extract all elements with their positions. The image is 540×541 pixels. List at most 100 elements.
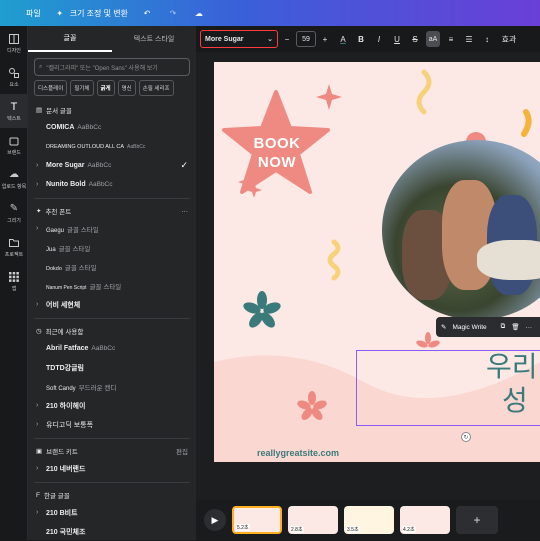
font-item[interactable]: Jua 글꼴 스타일 [28, 238, 196, 257]
font-item[interactable]: › 210 B비트 [28, 503, 196, 522]
divider [34, 318, 190, 319]
more-icon[interactable]: ··· [182, 208, 189, 215]
duplicate-icon[interactable]: ⧉ [501, 323, 506, 331]
chip-serif[interactable]: 손필 세리프 [138, 80, 174, 96]
resize-button[interactable]: ✦ 크기 조정 및 변환 [47, 6, 134, 20]
undo-button[interactable]: ↶ [134, 6, 160, 20]
font-name: More Sugar AaBbCc [46, 162, 112, 169]
font-panel: 글꼴 텍스트 스타일 ⌕ "캘리그라피" 또는 "Open Sans" 사용해 … [28, 26, 221, 541]
font-size-input[interactable]: 59 [296, 31, 316, 47]
increase-size-button[interactable]: + [318, 31, 332, 47]
font-family-dropdown[interactable]: More Sugar ⌄ [200, 30, 278, 48]
sparkle-icon: ✦ [36, 208, 42, 215]
chip-bold[interactable]: 굵게 [96, 80, 115, 96]
chevron-right-icon: › [36, 465, 39, 472]
section-title: 최근에 사용함 [45, 329, 84, 336]
section-recent: ◷ 최근에 사용함 [28, 323, 196, 339]
font-item[interactable]: Nanum Pen Script 글꼴 스타일 [28, 276, 196, 295]
page-thumbnail[interactable]: 2.8초 [288, 506, 338, 534]
align-center-icon[interactable]: ≡ [444, 31, 458, 47]
top-bar: 파일 ✦ 크기 조정 및 변환 ↶ ↷ ☁ [0, 0, 540, 26]
layout-icon [8, 33, 20, 45]
font-item[interactable]: COMICA AaBbCc [28, 118, 196, 137]
chip-handwriting[interactable]: 필기체 [70, 80, 94, 96]
page-thumbnail[interactable]: 3.5초 [344, 506, 394, 534]
chevron-right-icon: › [36, 509, 39, 516]
font-item[interactable]: › Nunito Bold AaBbCc [28, 175, 196, 194]
page-timeline: ▶ 5.2초 2.8초 3.5초 4.2초 + [196, 500, 540, 540]
chip-myeongjo[interactable]: 명신 [117, 80, 136, 96]
font-item[interactable]: 210 국민체조 [28, 522, 196, 541]
tab-text-styles[interactable]: 텍스트 스타일 [112, 26, 196, 52]
redo-button[interactable]: ↷ [160, 6, 186, 20]
selection-box[interactable] [356, 350, 540, 426]
font-item[interactable]: TDTD강글림 [28, 358, 196, 377]
rail-label: 텍스트 [7, 115, 21, 122]
font-item[interactable]: Soft Candy 부드러운 캔디 [28, 377, 196, 396]
chip-display[interactable]: 디스플레이 [34, 80, 68, 96]
document-icon: ▤ [36, 107, 43, 114]
magic-write-button[interactable]: Magic Write [452, 324, 486, 331]
underline-icon[interactable]: U [390, 31, 404, 47]
text-toolbar: More Sugar ⌄ − 59 + A B I U S aA ≡ ☰ ↕ 효… [196, 26, 540, 52]
font-name: Dokdo 글꼴 스타일 [46, 264, 97, 272]
bold-icon[interactable]: B [354, 31, 368, 47]
rail-design[interactable]: 디자인 [0, 26, 28, 60]
effects-button[interactable]: 효과 [498, 31, 520, 47]
page-duration: 4.2초 [402, 526, 416, 533]
rail-uploads[interactable]: ☁ 업로드 항목 [0, 162, 28, 196]
page-thumbnail[interactable]: 5.2초 [232, 506, 282, 534]
font-icon: F [36, 491, 40, 499]
resize-label: 크기 조정 및 변환 [69, 8, 128, 18]
undo-icon: ↶ [143, 8, 151, 18]
font-item[interactable]: › 210 하이헤이 [28, 396, 196, 415]
rail-label: 프로젝트 [4, 251, 24, 258]
sparkle-icon: ✦ [56, 8, 64, 18]
play-button[interactable]: ▶ [204, 509, 226, 531]
add-page-button[interactable]: + [456, 506, 498, 534]
page-thumbnail[interactable]: 4.2초 [400, 506, 450, 534]
rail-text[interactable]: T 텍스트 [0, 94, 28, 128]
font-search-input[interactable]: ⌕ "캘리그라피" 또는 "Open Sans" 사용해 보기 [34, 58, 190, 76]
rail-projects[interactable]: 프로젝트 [0, 230, 28, 264]
text-color-icon[interactable]: A [336, 31, 350, 47]
font-item[interactable]: DREAMING OUTLOUD ALL CA AaBbCc [28, 137, 196, 156]
brand-icon [8, 135, 20, 147]
strikethrough-icon[interactable]: S [408, 31, 422, 47]
font-name: Soft Candy 부드러운 캔디 [46, 384, 117, 392]
font-item[interactable]: › 유디고딕 보통폭 [28, 415, 196, 434]
brand-edit-link[interactable]: 편집 [176, 446, 188, 456]
text-icon: T [10, 100, 18, 113]
rail-elements[interactable]: 요소 [0, 60, 28, 94]
rail-label: 앱 [11, 285, 17, 292]
canvas-area: BOOK NOW 우리 성 ✎ Magic Write ⧉ 🗑 ··· real… [196, 52, 540, 500]
font-item[interactable]: › 어비 세현체 [28, 295, 196, 314]
blanket-shape [477, 240, 540, 280]
tab-fonts[interactable]: 글꼴 [28, 26, 112, 52]
font-item[interactable]: Abril Fatface AaBbCc [28, 339, 196, 358]
rotate-icon[interactable]: ↻ [461, 432, 471, 442]
trash-icon[interactable]: 🗑 [511, 323, 519, 331]
artboard[interactable]: BOOK NOW 우리 성 ✎ Magic Write ⧉ 🗑 ··· real… [214, 62, 540, 462]
font-item-selected[interactable]: › More Sugar AaBbCc ✓ [28, 156, 196, 175]
search-placeholder: "캘리그라피" 또는 "Open Sans" 사용해 보기 [46, 65, 158, 72]
spacing-icon[interactable]: ↕ [480, 31, 494, 47]
left-rail: 디자인 요소 T 텍스트 브랜드 ☁ 업로드 항목 ✎ 그리기 프로젝트 앱 [0, 26, 28, 540]
cloud-sync-button[interactable]: ☁ [186, 6, 212, 20]
file-menu[interactable]: 파일 [0, 8, 47, 19]
rail-apps[interactable]: 앱 [0, 264, 28, 298]
sparkle-shape [316, 84, 342, 110]
case-icon[interactable]: aA [426, 31, 440, 47]
redo-icon: ↷ [169, 8, 177, 18]
rail-brand[interactable]: 브랜드 [0, 128, 28, 162]
italic-icon[interactable]: I [372, 31, 386, 47]
more-icon[interactable]: ··· [526, 324, 533, 331]
section-title: 추천 폰트 [45, 209, 72, 216]
list-icon[interactable]: ☰ [462, 31, 476, 47]
font-item[interactable]: › 210 네버랜드 [28, 459, 196, 478]
font-item[interactable]: Dokdo 글꼴 스타일 [28, 257, 196, 276]
font-item[interactable]: › Gaegu 글꼴 스타일 [28, 219, 196, 238]
rail-draw[interactable]: ✎ 그리기 [0, 196, 28, 230]
font-name: 210 국민체조 [46, 528, 86, 536]
decrease-size-button[interactable]: − [280, 31, 294, 47]
